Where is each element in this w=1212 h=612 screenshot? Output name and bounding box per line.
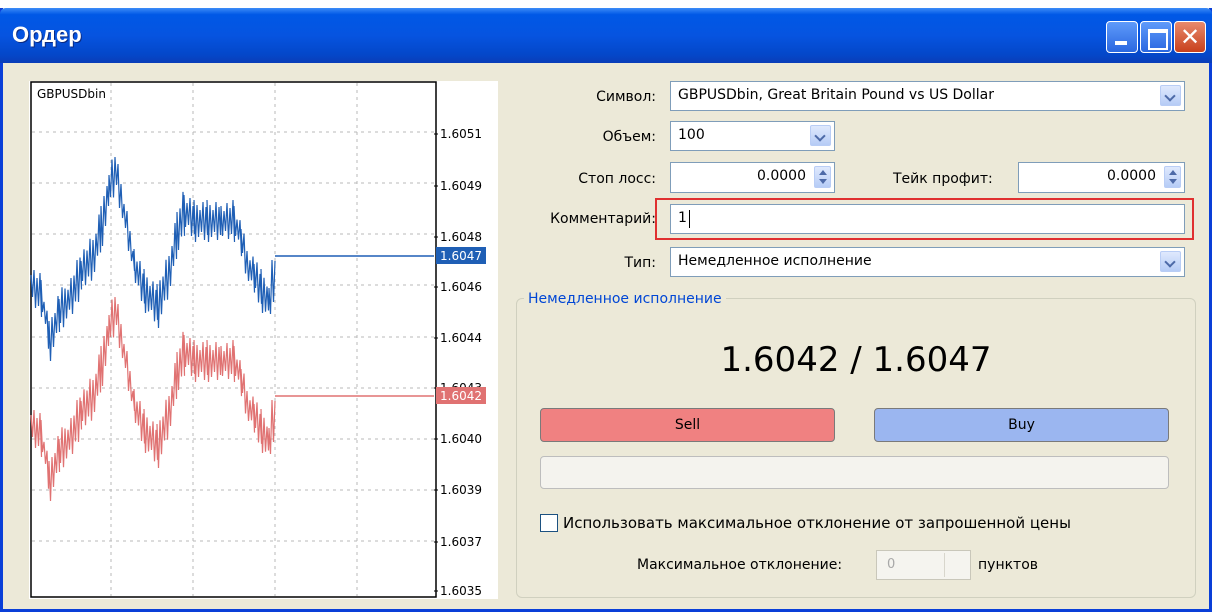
points-label: пунктов [978, 557, 1039, 573]
comment-label: Комментарий: [550, 211, 656, 227]
axis-tick-label: 1.6046 [440, 280, 482, 294]
chevron-down-icon[interactable] [810, 125, 831, 146]
axis-tick-label: 1.6044 [440, 331, 482, 345]
bid-price-tag: 1.6042 [440, 389, 482, 403]
takeprofit-value: 0.0000 [1107, 168, 1156, 184]
text-cursor [689, 210, 690, 228]
progress-bar [540, 456, 1169, 489]
bid-ask-prices: 1.6042 / 1.6047 [720, 340, 992, 380]
stoploss-field[interactable]: 0.0000 [670, 162, 835, 193]
max-deviation-checkbox-label[interactable]: Использовать максимальное отклонение от … [563, 514, 1071, 532]
maximize-button[interactable] [1140, 21, 1172, 53]
axis-tick-label: 1.6048 [440, 230, 482, 244]
order-type-select[interactable]: Немедленное исполнение [670, 247, 1185, 277]
chart-canvas: 1.60511.60491.60481.60461.60441.60431.60… [30, 81, 486, 598]
comment-value: 1 [678, 210, 687, 226]
close-button[interactable]: ✕ [1174, 21, 1206, 53]
comment-input[interactable]: 1 [670, 204, 1185, 234]
axis-tick-label: 1.6040 [440, 432, 482, 446]
chevron-down-icon[interactable] [1160, 251, 1181, 272]
symbol-value: GBPUSDbin, Great Britain Pound vs US Dol… [678, 87, 994, 103]
symbol-select[interactable]: GBPUSDbin, Great Britain Pound vs US Dol… [670, 81, 1185, 111]
close-icon: ✕ [1179, 23, 1201, 51]
axis-tick-label: 1.6039 [440, 483, 482, 497]
chevron-down-icon [944, 553, 968, 577]
order-type-value: Немедленное исполнение [678, 253, 872, 269]
window-title: Ордер [12, 22, 82, 47]
max-deviation-checkbox[interactable] [540, 514, 558, 532]
max-deviation-select[interactable]: 0 [876, 550, 971, 580]
execution-group-title: Немедленное исполнение [524, 291, 726, 307]
chevron-down-icon[interactable] [1160, 85, 1181, 106]
stepper-icon[interactable] [814, 166, 831, 188]
takeprofit-label: Тейк профит: [893, 171, 993, 187]
volume-value: 100 [678, 127, 705, 143]
axis-tick-label: 1.6035 [440, 584, 482, 598]
stoploss-value: 0.0000 [757, 168, 806, 184]
stoploss-label: Стоп лосс: [578, 171, 656, 187]
bid-line [30, 296, 276, 502]
axis-tick-label: 1.6037 [440, 535, 482, 549]
title-bar[interactable]: Ордер ✕ [0, 8, 1212, 63]
ask-price-tag: 1.6047 [440, 249, 482, 263]
volume-select[interactable]: 100 [670, 121, 835, 151]
max-deviation-label: Максимальное отклонение: [637, 557, 843, 573]
type-label: Тип: [624, 255, 656, 271]
takeprofit-field[interactable]: 0.0000 [1018, 162, 1185, 193]
volume-label: Объем: [602, 129, 656, 145]
stepper-icon[interactable] [1164, 166, 1181, 188]
ask-line [30, 156, 276, 362]
symbol-label: Символ: [596, 89, 656, 105]
sell-button[interactable]: Sell [540, 408, 835, 442]
minimize-button[interactable] [1106, 21, 1138, 53]
axis-tick-label: 1.6049 [440, 179, 482, 193]
axis-tick-label: 1.6051 [440, 127, 482, 141]
buy-button[interactable]: Buy [874, 408, 1169, 442]
price-chart: 1.60511.60491.60481.60461.60441.60431.60… [29, 81, 498, 599]
chart-frame [30, 81, 437, 598]
max-deviation-value: 0 [887, 557, 896, 572]
chart-symbol-label: GBPUSDbin [37, 87, 106, 101]
